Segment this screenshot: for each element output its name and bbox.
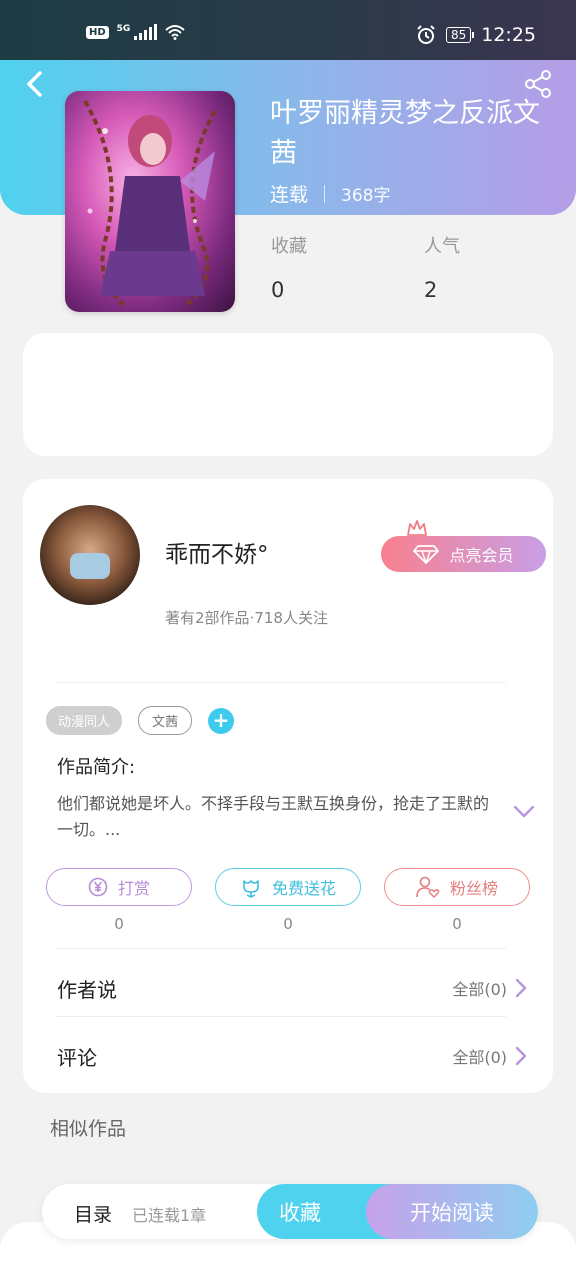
divider — [56, 1016, 506, 1017]
bottom-action-bar: 目录 已连载1章 收藏 开始阅读 — [42, 1184, 538, 1239]
person-heart-icon — [416, 876, 440, 898]
diamond-icon — [413, 545, 440, 564]
stat-value: 0 — [271, 278, 285, 302]
vip-button[interactable]: 点亮会员 — [381, 536, 546, 572]
tag-chip[interactable]: 文茜 — [138, 706, 193, 735]
cover-illustration — [83, 100, 217, 308]
fan-ranking-label: 粉丝榜 — [449, 879, 498, 898]
clock: 12:25 — [481, 24, 536, 46]
hd-badge: HD — [86, 25, 109, 39]
status-right: 85 12:25 — [416, 24, 536, 46]
status-bar: HD 5G 85 12:25 — [0, 0, 576, 60]
favorite-label: 收藏 — [279, 1200, 321, 1225]
book-meta: 连载 368字 — [270, 180, 390, 207]
network-type: 5G — [116, 24, 131, 34]
row-right: 全部(0) — [452, 1044, 527, 1068]
row-all-label: 全部(0) — [452, 1048, 507, 1067]
add-tag-button[interactable]: + — [208, 707, 235, 734]
word-count: 368字 — [341, 186, 391, 206]
row-right: 全部(0) — [452, 976, 527, 1000]
status-left: HD 5G — [86, 24, 185, 40]
reward-button[interactable]: 打赏 — [46, 868, 192, 906]
author-says-row[interactable]: 作者说 全部(0) — [57, 968, 527, 1008]
intro-title: 作品简介: — [57, 757, 136, 778]
tag-list: 动漫同人 文茜 + — [46, 706, 235, 735]
avatar[interactable] — [40, 505, 140, 605]
meta-divider — [324, 184, 326, 203]
stat-popularity: 人气 2 — [424, 232, 460, 302]
send-flower-button[interactable]: 免费送花 — [215, 868, 361, 906]
fan-count: 0 — [452, 915, 462, 933]
chevron-right-icon — [515, 1046, 527, 1066]
reward-count: 0 — [114, 915, 124, 933]
author-name[interactable]: 乖而不娇° — [165, 535, 269, 569]
book-status: 连载 — [270, 184, 309, 206]
tag-chip[interactable]: 动漫同人 — [46, 706, 123, 735]
empty-card — [23, 333, 553, 456]
send-flower-label: 免费送花 — [271, 879, 336, 898]
book-title: 叶罗丽精灵梦之反派文茜 — [270, 98, 540, 169]
reward-label: 打赏 — [117, 879, 150, 898]
back-button[interactable] — [16, 66, 52, 102]
flower-count: 0 — [283, 915, 293, 933]
back-arrow-icon — [27, 71, 42, 97]
stat-label: 收藏 — [271, 236, 307, 257]
stat-favorites: 收藏 0 — [271, 232, 307, 302]
battery-indicator: 85 — [445, 27, 475, 43]
row-all-label: 全部(0) — [452, 980, 507, 999]
intro-text: 他们都说她是坏人。不择手段与王默互换身份，抢走了王默的一切。... — [57, 794, 490, 839]
crown-icon — [407, 520, 427, 536]
row-title: 评论 — [57, 1045, 97, 1070]
fan-ranking-button[interactable]: 粉丝榜 — [384, 868, 530, 906]
stat-label: 人气 — [424, 236, 460, 257]
book-cover[interactable] — [65, 91, 235, 312]
start-reading-button[interactable]: 开始阅读 — [366, 1184, 538, 1239]
vip-button-label: 点亮会员 — [449, 546, 514, 565]
divider — [56, 682, 506, 683]
similar-works-title: 相似作品 — [50, 1118, 127, 1140]
toc-button[interactable]: 目录 — [74, 1200, 112, 1227]
chevron-down-icon[interactable] — [513, 805, 535, 819]
toc-status: 已连载1章 — [132, 1206, 207, 1225]
chevron-right-icon — [515, 978, 527, 998]
avatar-mask-detail — [70, 553, 110, 579]
yen-icon — [88, 877, 108, 897]
comments-row[interactable]: 评论 全部(0) — [57, 1036, 527, 1076]
row-title: 作者说 — [57, 977, 117, 1002]
author-stats: 著有2部作品·718人关注 — [165, 609, 328, 627]
wifi-icon — [165, 25, 185, 40]
alarm-icon — [417, 25, 435, 44]
divider — [56, 948, 506, 949]
start-reading-label: 开始阅读 — [410, 1200, 494, 1225]
flower-icon — [243, 880, 259, 898]
book-detail-card: 乖而不娇° 点亮会员 著有2部作品·718人关注 动漫同人 文茜 + 作品简介:… — [23, 479, 553, 1093]
stat-value: 2 — [424, 278, 438, 302]
signal-icon — [134, 24, 158, 40]
